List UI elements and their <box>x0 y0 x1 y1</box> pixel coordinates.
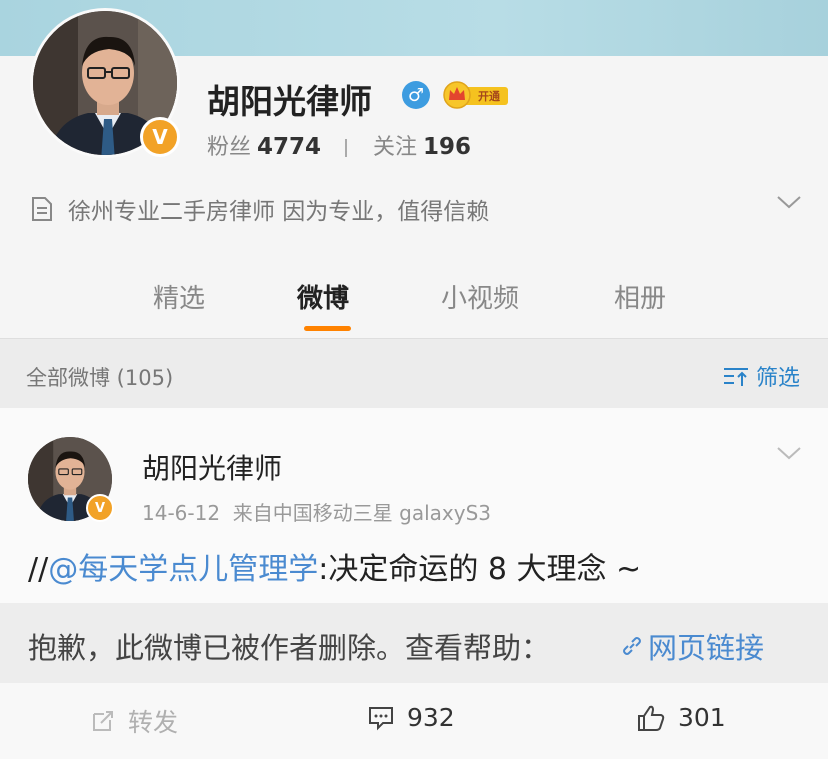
document-icon <box>32 197 52 221</box>
all-posts-count: 全部微博 (105) <box>26 366 174 390</box>
deleted-message: 抱歉，此微博已被作者删除。查看帮助： <box>28 631 551 665</box>
filter-icon <box>724 368 748 386</box>
post-date: 14-6-12 <box>142 501 221 525</box>
post-author-name[interactable]: 胡阳光律师 <box>142 447 282 487</box>
following-count[interactable]: 196 <box>423 134 471 160</box>
followers-label: 粉丝 <box>207 135 252 160</box>
verified-badge-icon: V <box>140 117 180 157</box>
repost-label: 转发 <box>128 708 179 737</box>
post-menu-chevron-down-icon[interactable] <box>776 444 802 462</box>
vip-badge[interactable]: 开通 <box>442 79 508 109</box>
following-label: 关注 <box>373 135 418 160</box>
comment-icon <box>369 706 393 730</box>
tab-short-video[interactable]: 小视频 <box>441 278 519 315</box>
help-link-label: 网页链接 <box>648 631 765 665</box>
profile-tabs: 精选 微博 小视频 相册 <box>0 278 828 338</box>
active-tab-indicator <box>304 326 351 331</box>
comment-button[interactable]: 932 <box>367 703 455 732</box>
repost-button[interactable]: 转发 <box>90 703 178 739</box>
like-button[interactable]: 301 <box>636 703 726 732</box>
filter-bar: 全部微博 (105) 筛选 <box>0 338 828 409</box>
post-text: //@每天学点儿管理学:决定命运的 8 大理念 ~ <box>28 544 641 588</box>
expand-chevron-down-icon[interactable] <box>776 193 802 211</box>
mention-link[interactable]: @每天学点儿管理学 <box>48 552 318 587</box>
post-text-rest: :决定命运的 8 大理念 ~ <box>318 552 642 587</box>
stats-divider <box>345 139 348 157</box>
bio-text: 徐州专业二手房律师 因为专业，值得信赖 <box>68 199 490 225</box>
link-icon <box>623 637 641 655</box>
repost-icon <box>93 711 113 731</box>
followers-count[interactable]: 4774 <box>257 134 321 160</box>
filter-label: 筛选 <box>756 366 801 391</box>
tab-album[interactable]: 相册 <box>614 278 666 315</box>
filter-button[interactable]: 筛选 <box>722 360 800 392</box>
post-text-prefix: // <box>28 552 49 587</box>
crown-icon <box>443 81 471 109</box>
deleted-notice: 抱歉，此微博已被作者删除。查看帮助： 网页链接 <box>0 603 828 683</box>
post-actions: 转发 932 301 <box>0 683 828 759</box>
comment-count: 932 <box>407 703 455 732</box>
thumbs-up-icon <box>638 705 665 731</box>
help-web-link[interactable]: 网页链接 <box>620 625 764 667</box>
profile-bio: 徐州专业二手房律师 因为专业，值得信赖 <box>30 192 489 226</box>
profile-stats: 粉丝 4774 关注 196 <box>207 129 471 161</box>
tab-weibo[interactable]: 微博 <box>297 278 349 315</box>
verified-badge-icon: V <box>86 494 114 522</box>
like-count: 301 <box>678 703 726 732</box>
post-source: 来自中国移动三星 galaxyS3 <box>232 501 491 525</box>
profile-name: 胡阳光律师 <box>207 82 372 121</box>
post-meta: 14-6-12 来自中国移动三星 galaxyS3 <box>142 497 491 526</box>
tab-featured[interactable]: 精选 <box>153 278 205 315</box>
gender-male-icon: ♂ <box>402 81 430 109</box>
